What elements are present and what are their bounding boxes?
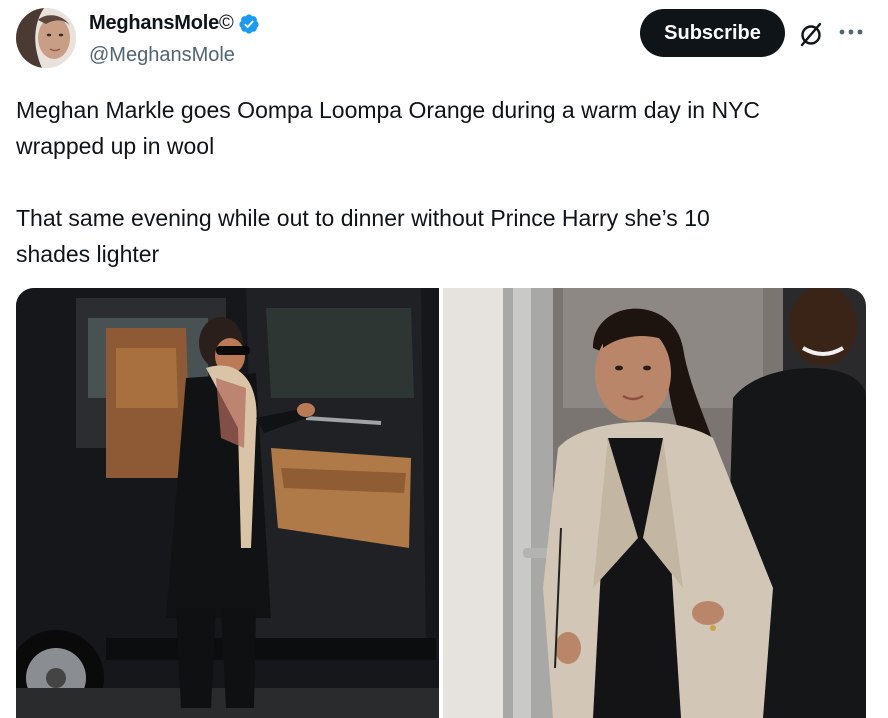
avatar-image <box>16 8 76 68</box>
media-grid <box>16 288 866 718</box>
author-name-row[interactable]: MeghansMole © <box>89 12 260 35</box>
name-suffix: © <box>219 12 234 34</box>
photo-restaurant[interactable] <box>443 288 866 718</box>
photo-suv-image <box>16 288 439 718</box>
grok-icon[interactable] <box>797 20 825 48</box>
photo-restaurant-image <box>443 288 866 718</box>
display-name[interactable]: MeghansMole <box>89 12 219 35</box>
avatar[interactable] <box>16 8 76 68</box>
verified-badge-icon[interactable] <box>238 13 260 35</box>
more-icon[interactable] <box>838 22 864 42</box>
photo-suv[interactable] <box>16 288 439 718</box>
tweet-text: Meghan Markle goes Oompa Loompa Orange d… <box>16 97 761 267</box>
subscribe-button[interactable]: Subscribe <box>640 9 785 57</box>
author-handle[interactable]: @MeghansMole <box>89 44 235 67</box>
